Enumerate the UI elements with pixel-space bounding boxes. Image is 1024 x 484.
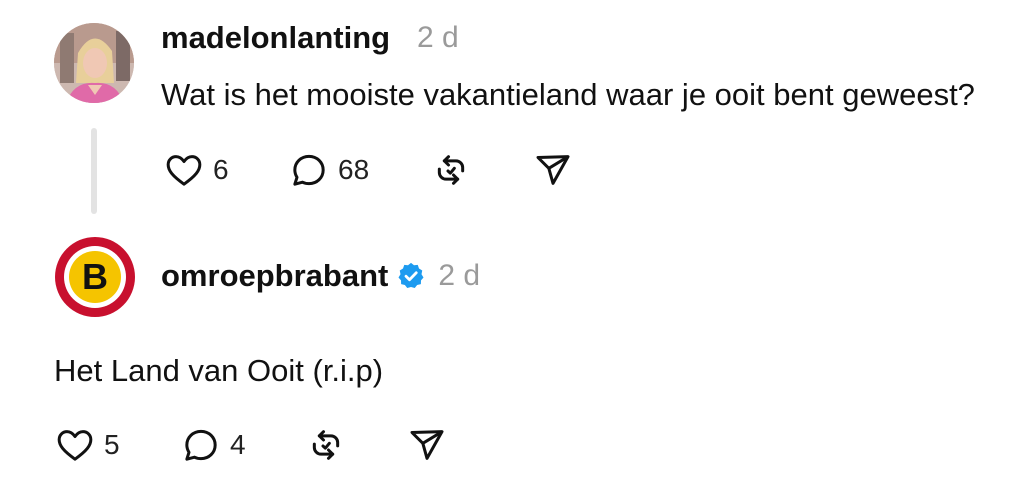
post-2-reply-count: 4: [230, 429, 246, 460]
repost-icon: [430, 150, 472, 190]
post-1-like-button[interactable]: 6: [163, 150, 229, 190]
post-1-username[interactable]: madelonlanting: [161, 20, 390, 56]
post-2-username[interactable]: omroepbrabant: [161, 258, 388, 294]
post-1-reply-button[interactable]: 68: [288, 150, 369, 190]
omroepbrabant-logo-icon: B: [55, 237, 135, 317]
repost-icon: [305, 425, 347, 465]
heart-icon: [54, 425, 96, 465]
post-2-text: Het Land van Ooit (r.i.p): [54, 353, 384, 388]
post-1-time: 2 d: [417, 21, 459, 54]
avatar-madelonlanting[interactable]: [54, 23, 134, 103]
heart-icon: [163, 150, 205, 190]
thread-line: [91, 128, 97, 214]
post-2-header: omroepbrabant 2 d: [161, 258, 480, 294]
post-2-time: 2 d: [438, 259, 481, 292]
comment-icon: [288, 150, 330, 190]
post-2-reply-button[interactable]: 4: [180, 425, 246, 465]
post-2-share-button[interactable]: [405, 425, 449, 465]
post-1-like-count: 6: [213, 154, 229, 185]
user-photo-icon: [54, 23, 134, 103]
post-1-reply-count: 68: [338, 154, 370, 185]
svg-text:B: B: [82, 256, 108, 297]
send-icon: [405, 425, 449, 465]
comment-icon: [180, 425, 222, 465]
post-1-repost-button[interactable]: [430, 150, 472, 190]
avatar-omroepbrabant[interactable]: B: [54, 236, 136, 318]
send-icon: [531, 150, 575, 190]
post-2-repost-button[interactable]: [305, 425, 347, 465]
post-1-text: Wat is het mooiste vakantieland waar je …: [161, 77, 975, 112]
verified-badge-icon: [396, 261, 426, 291]
post-2-like-count: 5: [104, 429, 120, 460]
post-1-share-button[interactable]: [531, 150, 575, 190]
post-2-like-button[interactable]: 5: [54, 425, 120, 465]
